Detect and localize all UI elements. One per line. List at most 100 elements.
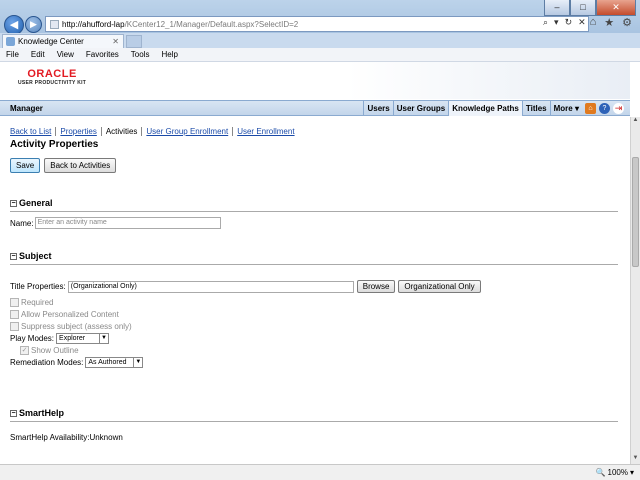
zoom-icon: 🔍	[595, 468, 606, 477]
link-back-to-list[interactable]: Back to List	[10, 127, 51, 136]
breadcrumb-divider	[141, 127, 143, 136]
remediation-value: As Authored	[88, 358, 127, 366]
page-title: Activity Properties	[10, 139, 99, 150]
tools-gear-icon[interactable]: ⚙	[622, 16, 632, 29]
logout-icon[interactable]: ⇥	[613, 103, 624, 114]
link-user-group-enrollment[interactable]: User Group Enrollment	[146, 127, 228, 136]
page-favicon-icon	[50, 19, 59, 29]
zoom-level: 100%	[607, 468, 628, 477]
address-bar[interactable]: http://ahufford-lap/KCenter12_1/Manager/…	[45, 16, 589, 32]
collapse-icon[interactable]: −	[10, 252, 17, 260]
title-properties-field[interactable]: (Organizational Only)	[67, 280, 354, 293]
suppress-subject-checkbox[interactable]	[10, 321, 19, 331]
play-modes-select[interactable]: Explorer ▼	[56, 332, 110, 344]
show-outline-checkbox[interactable]: ✓	[20, 345, 29, 355]
dropdown-icon[interactable]: ▾	[554, 17, 559, 28]
nav-users[interactable]: Users	[363, 101, 392, 116]
forward-button[interactable]: ▶	[25, 16, 42, 33]
divider	[10, 264, 618, 265]
menu-help[interactable]: Help	[161, 50, 177, 59]
nav-user-groups[interactable]: User Groups	[392, 101, 448, 116]
scrollbar-thumb[interactable]	[632, 157, 639, 267]
chevron-down-icon: ▼	[133, 357, 142, 367]
menu-favorites[interactable]: Favorites	[86, 50, 119, 59]
favorites-star-icon[interactable]: ★	[604, 16, 614, 29]
show-outline-row: ✓ Show Outline	[20, 344, 630, 356]
play-modes-label: Play Modes:	[10, 333, 55, 343]
stop-icon[interactable]: ✕	[578, 17, 586, 28]
breadcrumb: Back to List Properties Activities User …	[10, 127, 630, 136]
logo-oracle: ORACLE	[27, 68, 77, 80]
link-properties[interactable]: Properties	[60, 127, 96, 136]
menu-tools[interactable]: Tools	[131, 50, 150, 59]
new-tab-button[interactable]	[126, 35, 142, 48]
breadcrumb-divider	[100, 127, 102, 136]
manager-title: Manager	[10, 104, 43, 113]
menu-bar: File Edit View Favorites Tools Help	[0, 48, 640, 62]
divider	[10, 211, 618, 212]
tab-strip: Knowledge Center ✕	[0, 33, 640, 48]
required-row: Required	[10, 296, 630, 308]
address-tools: ⌕ ▾ ↻ ✕	[543, 17, 586, 28]
chevron-down-icon: ▼	[99, 333, 108, 343]
action-buttons: Save Back to Activities	[10, 158, 630, 173]
browser-tab[interactable]: Knowledge Center ✕	[2, 34, 124, 48]
play-modes-row: Play Modes: Explorer ▼	[10, 332, 630, 344]
help-icon[interactable]: ?	[599, 103, 610, 114]
back-to-activities-button[interactable]: Back to Activities	[44, 158, 117, 173]
allow-personalized-row: Allow Personalized Content	[10, 308, 630, 320]
url-host: http://ahufford-lap	[62, 19, 125, 29]
tab-close-icon[interactable]: ✕	[112, 37, 119, 46]
url-path: /KCenter12_1/Manager/Default.aspx?Select…	[124, 19, 299, 29]
allow-personalized-label: Allow Personalized Content	[21, 309, 119, 319]
title-properties-label: Title Properties:	[10, 282, 66, 291]
general-section-header[interactable]: − General	[10, 198, 630, 208]
subject-section-header[interactable]: − Subject	[10, 251, 630, 261]
save-button[interactable]: Save	[10, 158, 41, 173]
activity-form: Back to List Properties Activities User …	[0, 118, 630, 442]
nav-more[interactable]: More ▾	[549, 101, 582, 116]
vertical-scrollbar[interactable]: ▲ ▼	[630, 117, 640, 464]
window-controls: – □ ✕	[544, 0, 636, 16]
menu-view[interactable]: View	[57, 50, 74, 59]
status-bar: 🔍 100% ▾	[0, 464, 640, 480]
logo-upk: USER PRODUCTIVITY KIT	[18, 80, 87, 86]
organizational-only-button[interactable]: Organizational Only	[398, 280, 481, 293]
title-properties-row: Title Properties: (Organizational Only) …	[10, 280, 630, 293]
browse-button[interactable]: Browse	[356, 280, 396, 293]
scroll-up-icon[interactable]: ▲	[631, 117, 640, 126]
nav-knowledge-paths[interactable]: Knowledge Paths	[448, 101, 522, 116]
smarthelp-section-header[interactable]: − SmartHelp	[10, 408, 630, 418]
subject-heading: Subject	[19, 251, 52, 261]
top-navigation: Users User Groups Knowledge Paths Titles…	[363, 101, 624, 116]
home-icon[interactable]: ⌂	[585, 103, 596, 114]
activity-name-input[interactable]: Enter an activity name	[34, 217, 221, 229]
required-checkbox[interactable]	[10, 297, 19, 307]
home-icon[interactable]: ⌂	[590, 16, 597, 29]
allow-personalized-checkbox[interactable]	[10, 309, 19, 319]
minimize-icon[interactable]: –	[544, 0, 570, 16]
collapse-icon[interactable]: −	[10, 409, 17, 417]
zoom-control[interactable]: 🔍 100% ▾	[596, 468, 634, 477]
smarthelp-availability-row: SmartHelp Availability: Unknown	[10, 433, 630, 442]
chevron-down-icon: ▾	[574, 104, 579, 113]
back-button[interactable]: ◀	[4, 15, 24, 35]
maximize-icon[interactable]: □	[570, 0, 596, 16]
scroll-down-icon[interactable]: ▼	[631, 455, 640, 464]
collapse-icon[interactable]: −	[10, 199, 17, 207]
close-window-icon[interactable]: ✕	[596, 0, 636, 16]
link-user-enrollment[interactable]: User Enrollment	[237, 127, 294, 136]
remediation-modes-select[interactable]: As Authored ▼	[85, 356, 144, 368]
menu-file[interactable]: File	[6, 50, 19, 59]
refresh-icon[interactable]: ↻	[565, 17, 573, 28]
search-icon[interactable]: ⌕	[543, 17, 548, 28]
current-activities: Activities	[105, 127, 138, 136]
manager-bar: Manager Users User Groups Knowledge Path…	[0, 100, 630, 116]
nav-titles[interactable]: Titles	[521, 101, 550, 116]
browser-title-bar: – □ ✕ ◀ ▶ http://ahufford-lap/KCenter12_…	[0, 0, 640, 35]
menu-edit[interactable]: Edit	[31, 50, 45, 59]
breadcrumb-divider	[232, 127, 234, 136]
remediation-label: Remediation Modes:	[10, 357, 84, 367]
smarthelp-availability-value: Unknown	[89, 433, 123, 442]
smarthelp-heading: SmartHelp	[19, 408, 65, 418]
